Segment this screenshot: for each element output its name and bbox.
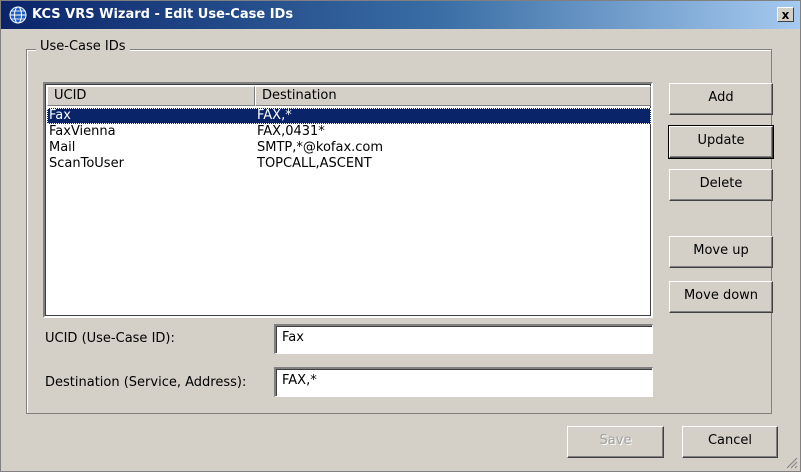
- list-item[interactable]: ScanToUser TOPCALL,ASCENT: [47, 156, 651, 172]
- list-item[interactable]: Mail SMTP,*@kofax.com: [47, 140, 651, 156]
- destination-cell: FAX,0431*: [257, 124, 325, 139]
- destination-cell: FAX,*: [257, 108, 292, 123]
- title-bar[interactable]: KCS VRS Wizard - Edit Use-Case IDs x: [1, 1, 800, 29]
- ucid-input[interactable]: Fax: [274, 324, 653, 354]
- move-down-button[interactable]: Move down: [669, 281, 773, 313]
- ucid-cell: Mail: [49, 140, 76, 155]
- move-up-button[interactable]: Move up: [669, 236, 773, 268]
- save-button[interactable]: Save: [567, 426, 664, 458]
- list-header: UCID Destination: [47, 86, 651, 106]
- resize-grip-icon[interactable]: [786, 457, 798, 469]
- destination-cell: TOPCALL,ASCENT: [257, 156, 372, 171]
- cancel-button[interactable]: Cancel: [682, 426, 778, 458]
- column-header-destination[interactable]: Destination: [255, 86, 651, 106]
- ucid-cell: FaxVienna: [49, 124, 116, 139]
- list-item[interactable]: Fax FAX,*: [47, 108, 651, 124]
- dialog-window: KCS VRS Wizard - Edit Use-Case IDs x Use…: [0, 0, 801, 472]
- ucid-cell: ScanToUser: [49, 156, 124, 171]
- destination-label: Destination (Service, Address):: [45, 375, 247, 390]
- ucid-cell: Fax: [49, 108, 71, 123]
- destination-cell: SMTP,*@kofax.com: [257, 140, 384, 155]
- ucid-label: UCID (Use-Case ID):: [45, 331, 175, 346]
- add-button[interactable]: Add: [669, 83, 773, 115]
- column-header-ucid[interactable]: UCID: [47, 86, 255, 106]
- close-icon[interactable]: x: [777, 7, 794, 22]
- update-button[interactable]: Update: [668, 125, 774, 159]
- delete-button[interactable]: Delete: [669, 169, 773, 201]
- group-label: Use-Case IDs: [36, 39, 130, 54]
- destination-input[interactable]: FAX,*: [274, 367, 653, 397]
- ucid-list[interactable]: UCID Destination Fax FAX,* FaxVienna FAX…: [43, 82, 653, 318]
- list-item[interactable]: FaxVienna FAX,0431*: [47, 124, 651, 140]
- window-title: KCS VRS Wizard - Edit Use-Case IDs: [32, 7, 294, 22]
- globe-icon: [9, 6, 27, 24]
